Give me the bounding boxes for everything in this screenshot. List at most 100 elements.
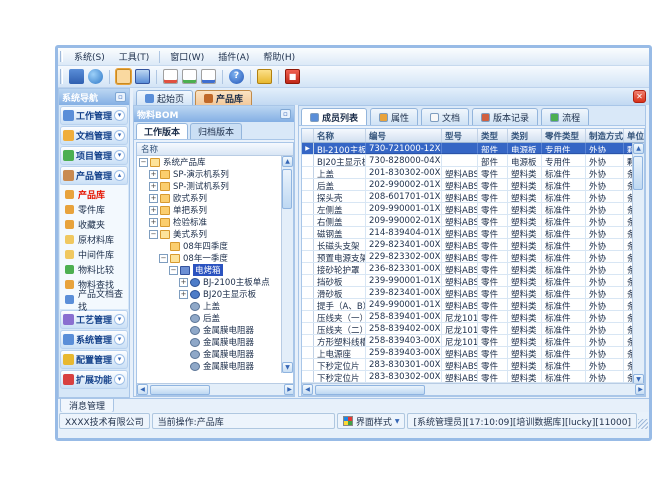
chevron-down-icon[interactable]: ▾ (114, 374, 125, 385)
tab-起始页[interactable]: 起始页 (136, 90, 193, 105)
tree-node[interactable]: +SP-测试机系列 (137, 180, 283, 192)
report-blue-icon[interactable] (201, 69, 216, 84)
collapse-minus-icon[interactable]: − (169, 266, 178, 275)
sidebar-item-物料比较[interactable]: 物料比较 (60, 262, 128, 277)
tree-node[interactable]: +BJ-2100主板单点 (137, 276, 283, 288)
column-header-类型[interactable]: 类型 (478, 129, 508, 142)
table-row[interactable]: 左侧盖209-990001-01X塑料ABS零件塑料类标准件外协条 (302, 203, 633, 215)
expand-plus-icon[interactable]: + (149, 182, 158, 191)
column-header-类别[interactable]: 类别 (508, 129, 542, 142)
tab-产品库[interactable]: 产品库 (195, 90, 252, 105)
tree-node[interactable]: 金属膜电阻器 (137, 324, 283, 336)
grid-scroll-thumb[interactable] (633, 156, 643, 190)
tree-node[interactable]: −系统产品库 (137, 156, 283, 168)
scroll-left-icon[interactable]: ◀ (137, 384, 148, 395)
sidebar-item-收藏夹[interactable]: 收藏夹 (60, 217, 128, 232)
collapse-minus-icon[interactable]: − (159, 254, 168, 263)
sidebar-section-工艺管理[interactable]: 工艺管理▾ (60, 310, 128, 329)
sidebar-item-中间件库[interactable]: 中间件库 (60, 247, 128, 262)
chevron-up-icon[interactable]: ▴ (114, 170, 125, 181)
menu-item-1[interactable]: 系统(S) (67, 48, 112, 65)
table-row[interactable]: 压线夹（二）258-839402-00X尼龙1010零件塑料类标准件外协条 (302, 323, 633, 335)
scroll-right-icon[interactable]: ▶ (635, 384, 645, 395)
help-icon[interactable]: ? (229, 69, 244, 84)
tab-版本记录[interactable]: 版本记录 (472, 108, 538, 125)
menu-item-4[interactable]: 插件(A) (211, 48, 256, 65)
expand-plus-icon[interactable]: + (149, 206, 158, 215)
sidebar-section-扩展功能[interactable]: 扩展功能▾ (60, 370, 128, 389)
close-tab-icon[interactable]: ✕ (633, 90, 646, 103)
sidebar-item-零件库[interactable]: 零件库 (60, 202, 128, 217)
open-folder-icon[interactable] (116, 69, 131, 84)
tree-hscroll-thumb[interactable] (150, 385, 210, 395)
table-row[interactable]: 长磁头支架229-823401-00X塑料ABS零件塑料类标准件外协条 (302, 239, 633, 251)
menu-grip[interactable] (60, 51, 63, 63)
table-row[interactable]: 右侧盖209-990002-01X塑料ABS零件塑料类标准件外协条 (302, 215, 633, 227)
tab-工作版本[interactable]: 工作版本 (136, 123, 188, 139)
column-header-编号[interactable]: 编号 (366, 129, 442, 142)
tree-node[interactable]: +SP-演示机系列 (137, 168, 283, 180)
column-header-型号[interactable]: 型号 (442, 129, 478, 142)
chevron-down-icon[interactable]: ▾ (114, 354, 125, 365)
table-row[interactable]: 上盖201-830302-00X塑料ABS零件塑料类标准件外协条 (302, 167, 633, 179)
grid-vertical-scrollbar[interactable]: ▲ ▼ (632, 143, 644, 385)
lock-icon[interactable] (257, 69, 272, 84)
sidebar-item-产品库[interactable]: 产品库 (60, 187, 128, 202)
table-row[interactable]: 探头壳208-601701-01X塑料ABS零件塑料类标准件外协条 (302, 191, 633, 203)
scroll-down-icon[interactable]: ▼ (282, 362, 293, 373)
tree-scroll-thumb[interactable] (282, 169, 292, 209)
globe-icon[interactable] (88, 69, 103, 84)
tree-node[interactable]: 金属膜电阻器 (137, 360, 283, 372)
column-header-名称[interactable]: 名称 (314, 129, 366, 142)
sidebar-item-产品文档查找[interactable]: 产品文档查找 (60, 292, 128, 307)
table-row[interactable]: ▶BJ-2100主板单点730-721000-12X部件电源板专用件外协颗 (302, 143, 633, 155)
table-row[interactable]: 挡砂板239-990001-01X塑料ABS零件塑料类标准件外协条 (302, 275, 633, 287)
table-row[interactable]: 下秒定位片（左）283-830301-00X塑料ABS零件塑料类标准件外协条 (302, 359, 633, 371)
chevron-down-icon[interactable]: ▾ (114, 110, 125, 121)
chevron-down-icon[interactable]: ▾ (114, 334, 125, 345)
report-green-icon[interactable] (182, 69, 197, 84)
toolbar-grip[interactable] (60, 69, 63, 84)
tree-node[interactable]: +单把系列 (137, 204, 283, 216)
menu-item-3[interactable]: 窗口(W) (163, 48, 211, 65)
column-header-制造方式[interactable]: 制造方式 (586, 129, 624, 142)
sidebar-section-配置管理[interactable]: 配置管理▾ (60, 350, 128, 369)
ui-style-selector[interactable]: 界面样式 ▼ (337, 413, 406, 429)
table-row[interactable]: 下秒定位片（右）283-830302-00X塑料ABS零件塑料类标准件外协条 (302, 371, 633, 383)
sidebar-section-项目管理[interactable]: 项目管理▾ (60, 146, 128, 165)
tree-node[interactable]: +欧式系列 (137, 192, 283, 204)
sidebar-section-工作管理[interactable]: 工作管理▾ (60, 106, 128, 125)
settings-icon[interactable] (69, 69, 84, 84)
tree-node[interactable]: −美式系列 (137, 228, 283, 240)
column-header-零件类型[interactable]: 零件类型 (542, 129, 586, 142)
menu-item-5[interactable]: 帮助(H) (256, 48, 302, 65)
table-row[interactable]: 磁钢盖214-839404-01X塑料ABS零件塑料类标准件外协条 (302, 227, 633, 239)
tree-node[interactable]: 上盖 (137, 300, 283, 312)
table-row[interactable]: 压线夹（一）258-839401-00X尼龙1010零件塑料类标准件外协条 (302, 311, 633, 323)
tab-属性[interactable]: 属性 (370, 108, 418, 125)
tab-归档版本[interactable]: 归档版本 (190, 123, 242, 139)
stop-icon[interactable]: ■ (285, 69, 300, 84)
sidebar-section-系统管理[interactable]: 系统管理▾ (60, 330, 128, 349)
sidebar-section-产品管理[interactable]: 产品管理▴ (60, 166, 128, 185)
menu-item-2[interactable]: 工具(T) (112, 48, 157, 65)
resize-grip[interactable] (638, 419, 648, 429)
table-row[interactable]: 预置电源支架229-823302-00X塑料ABS零件塑料类标准件外协条 (302, 251, 633, 263)
tree-node[interactable]: 金属膜电阻器 (137, 372, 283, 373)
tab-文档[interactable]: 文档 (421, 108, 469, 125)
tree-node[interactable]: +检验标准 (137, 216, 283, 228)
table-row[interactable]: 上电源座259-839403-00X塑料ABS零件塑料类标准件外协条 (302, 347, 633, 359)
collapse-minus-icon[interactable]: − (149, 230, 158, 239)
tree-node[interactable]: 后盖 (137, 312, 283, 324)
table-row[interactable]: 接砂轮护罩236-823301-00X塑料ABS零件塑料类标准件外协条 (302, 263, 633, 275)
collapse-minus-icon[interactable]: − (139, 158, 148, 167)
scroll-up-icon[interactable]: ▲ (633, 143, 644, 154)
grid-horizontal-scrollbar[interactable]: ◀ ▶ (302, 383, 645, 395)
chevron-down-icon[interactable]: ▾ (114, 130, 125, 141)
bom-pin-icon[interactable]: ▫ (280, 109, 291, 119)
scroll-up-icon[interactable]: ▲ (282, 156, 293, 167)
expand-plus-icon[interactable]: + (179, 278, 188, 287)
tree-node[interactable]: 金属膜电阻器 (137, 336, 283, 348)
tree-node[interactable]: −08年一季度 (137, 252, 283, 264)
sidebar-section-文档管理[interactable]: 文档管理▾ (60, 126, 128, 145)
